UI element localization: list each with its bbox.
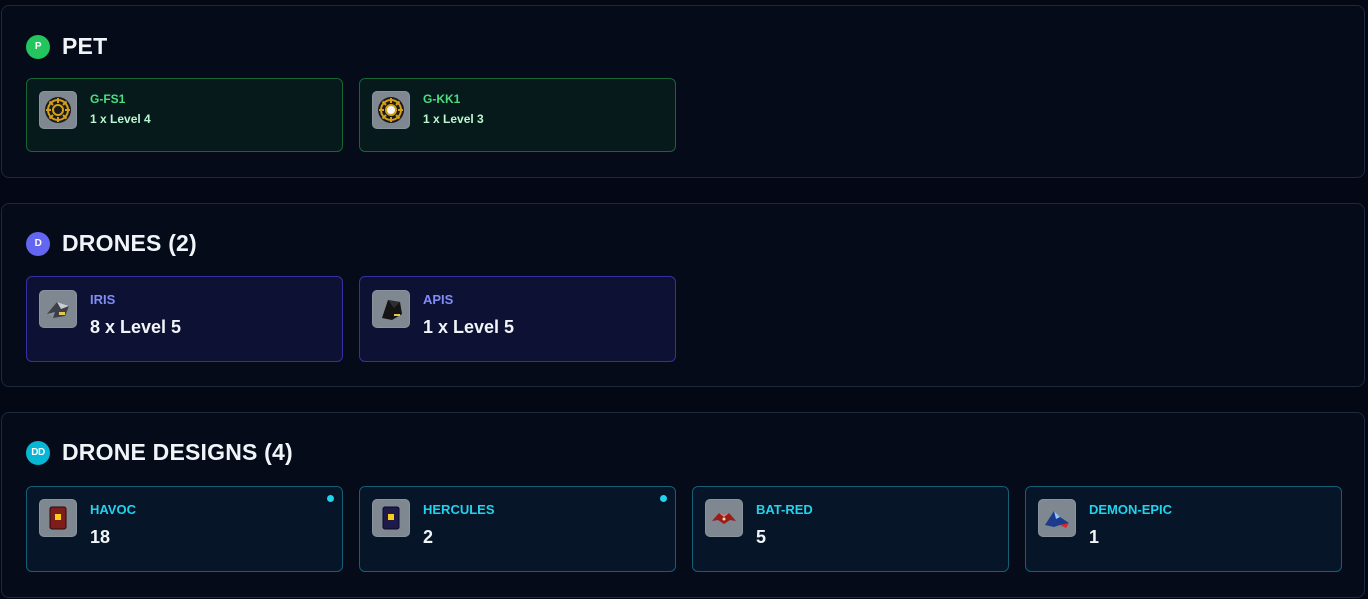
design-card-bat-red[interactable]: BAT-RED 5 xyxy=(692,486,1009,572)
pet-badge: P xyxy=(26,34,50,59)
design-card-demon-epic[interactable]: DEMON-EPIC 1 xyxy=(1025,486,1342,572)
pet-panel: P PET G-FS1 1 x Level 4 G-KK1 1 x Level … xyxy=(1,5,1365,178)
drones-title: DRONES (2) xyxy=(62,230,197,256)
iris-drone-icon xyxy=(39,290,77,328)
design-item-name: HAVOC xyxy=(90,502,136,517)
design-card-havoc[interactable]: HAVOC 18 xyxy=(26,486,343,572)
bat-red-design-icon xyxy=(705,499,743,537)
drone-designs-badge: DD xyxy=(26,440,50,465)
design-item-name: BAT-RED xyxy=(756,502,813,517)
pet-item-value: 1 x Level 4 xyxy=(90,112,151,126)
pet-item-name: G-KK1 xyxy=(423,92,461,106)
demon-epic-design-icon xyxy=(1038,499,1076,537)
drone-item-name: APIS xyxy=(423,292,454,307)
design-item-value: 18 xyxy=(90,527,111,547)
drone-designs-header: DD DRONE DESIGNS (4) xyxy=(26,439,293,466)
drone-item-value: 1 x Level 5 xyxy=(423,317,515,337)
pet-item-value: 1 x Level 3 xyxy=(423,112,484,126)
gear-module-icon xyxy=(39,91,77,129)
hercules-card-icon xyxy=(372,499,410,537)
apis-drone-icon xyxy=(372,290,410,328)
drone-item-value: 8 x Level 5 xyxy=(90,317,182,337)
drones-badge: D xyxy=(26,231,50,256)
drone-designs-title: DRONE DESIGNS (4) xyxy=(62,439,293,465)
havoc-card-icon xyxy=(39,499,77,537)
drones-panel: D DRONES (2) IRIS 8 x Level 5 APIS 1 x L… xyxy=(1,203,1365,387)
drone-item-name: IRIS xyxy=(90,292,116,307)
drone-card-iris[interactable]: IRIS 8 x Level 5 xyxy=(26,276,343,362)
design-item-value: 1 xyxy=(1089,527,1100,547)
design-item-value: 2 xyxy=(423,527,434,547)
design-item-name: HERCULES xyxy=(423,502,495,517)
new-indicator-dot xyxy=(327,495,334,502)
pet-header: P PET xyxy=(26,33,107,60)
design-card-hercules[interactable]: HERCULES 2 xyxy=(359,486,676,572)
pet-title: PET xyxy=(62,33,108,59)
pet-card-g-kk1[interactable]: G-KK1 1 x Level 3 xyxy=(359,78,676,152)
pet-card-g-fs1[interactable]: G-FS1 1 x Level 4 xyxy=(26,78,343,152)
gear-module-icon xyxy=(372,91,410,129)
new-indicator-dot xyxy=(660,495,667,502)
drones-header: D DRONES (2) xyxy=(26,230,197,257)
drone-card-apis[interactable]: APIS 1 x Level 5 xyxy=(359,276,676,362)
pet-item-name: G-FS1 xyxy=(90,92,126,106)
design-item-name: DEMON-EPIC xyxy=(1089,502,1173,517)
design-item-value: 5 xyxy=(756,527,767,547)
drone-designs-panel: DD DRONE DESIGNS (4) HAVOC 18 HERCULES 2 xyxy=(1,412,1365,598)
